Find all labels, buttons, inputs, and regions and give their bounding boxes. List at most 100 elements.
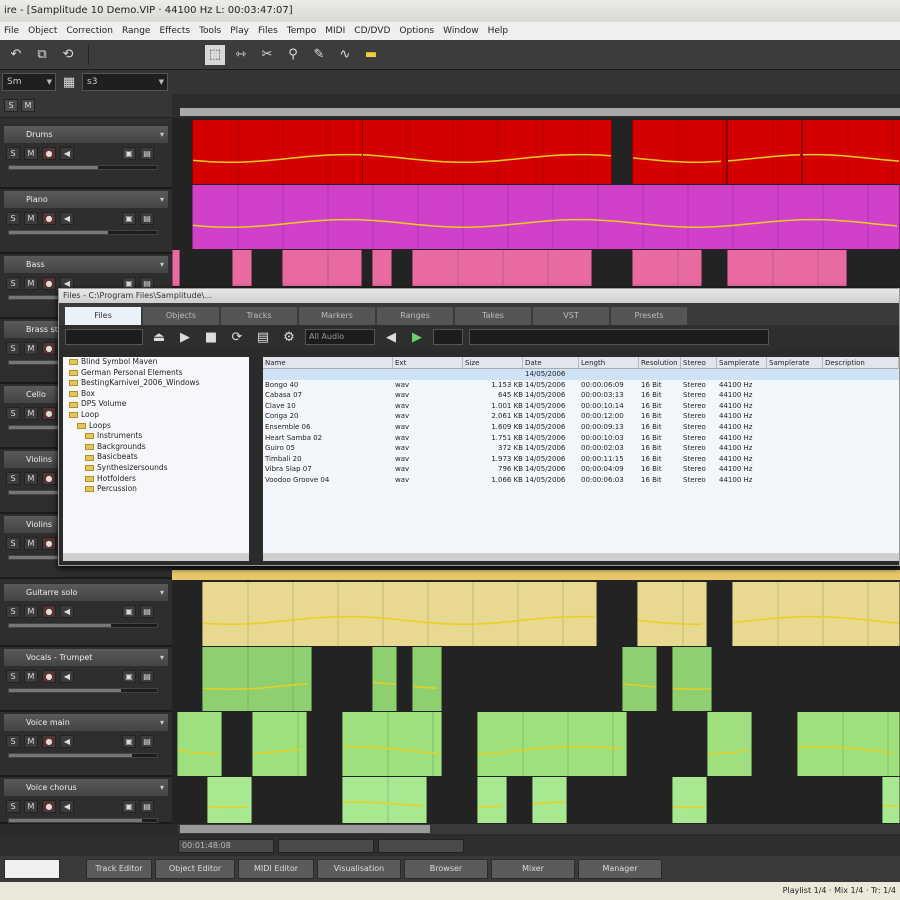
file-row[interactable]: Heart Samba 02 wav 1.751 KB 14/05/2006 00:00… bbox=[263, 433, 899, 444]
track-header[interactable]: Vocals - Trumpet SM ● ◀ ▣ ▤ bbox=[0, 647, 172, 712]
scroll-thumb[interactable] bbox=[180, 825, 430, 833]
universal-mode-icon[interactable]: ⬚ bbox=[205, 44, 225, 65]
solo-button[interactable]: S bbox=[6, 605, 20, 618]
solo-button[interactable]: S bbox=[6, 735, 20, 748]
position-box-2[interactable] bbox=[278, 839, 374, 853]
audio-clip[interactable] bbox=[672, 777, 707, 823]
file-list-scrollbar[interactable] bbox=[263, 553, 899, 561]
tree-folder-item[interactable]: Instruments bbox=[63, 431, 249, 442]
solo-button[interactable]: S bbox=[6, 537, 20, 550]
size-field[interactable] bbox=[433, 329, 463, 345]
record-button[interactable]: ● bbox=[42, 537, 56, 550]
tab-ranges[interactable]: Ranges bbox=[377, 307, 453, 325]
column-header[interactable]: Ext bbox=[393, 357, 463, 368]
file-browser-window[interactable]: Files - C:\Program Files\Samplitude\... … bbox=[58, 288, 900, 566]
refresh-icon[interactable]: ⟳ bbox=[227, 327, 247, 347]
track-name[interactable]: Voice chorus bbox=[4, 779, 168, 796]
fx-button[interactable]: ▣ bbox=[122, 212, 136, 225]
tab-objects[interactable]: Objects bbox=[143, 307, 219, 325]
mute-button[interactable]: M bbox=[24, 537, 38, 550]
view-grid-icon[interactable]: ▤ bbox=[253, 327, 273, 347]
solo-button[interactable]: S bbox=[6, 212, 20, 225]
menu-object[interactable]: Object bbox=[28, 26, 57, 36]
solo-button[interactable]: S bbox=[6, 342, 20, 355]
menu-correction[interactable]: Correction bbox=[66, 26, 113, 36]
audio-clip[interactable] bbox=[797, 712, 900, 776]
audio-clip[interactable] bbox=[172, 250, 180, 286]
folder-tree[interactable]: Blind Symbol Maven German Personal Elemen… bbox=[63, 357, 249, 553]
mute-button[interactable]: M bbox=[24, 800, 38, 813]
audio-clip[interactable] bbox=[362, 120, 612, 184]
folder-up-icon[interactable]: ⏏ bbox=[149, 327, 169, 347]
speaker-icon[interactable]: ◀ bbox=[60, 670, 74, 683]
docker-dropdown[interactable] bbox=[4, 859, 60, 879]
audio-clip[interactable] bbox=[882, 777, 900, 823]
audio-clip[interactable] bbox=[802, 120, 900, 184]
track-name[interactable]: Vocals - Trumpet bbox=[4, 649, 168, 666]
audio-clip[interactable] bbox=[342, 712, 442, 776]
record-button[interactable]: ● bbox=[42, 670, 56, 683]
track-header[interactable]: Voice main SM ● ◀ ▣ ▤ bbox=[0, 712, 172, 777]
file-row[interactable]: Vibra Slap 07 wav 796 KB 14/05/2006 00:00:04… bbox=[263, 464, 899, 475]
audio-clip[interactable] bbox=[672, 647, 712, 711]
menu-tempo[interactable]: Tempo bbox=[287, 26, 317, 36]
audio-clip[interactable] bbox=[207, 777, 252, 823]
solo-button[interactable]: S bbox=[6, 472, 20, 485]
file-row[interactable]: Timbali 20 wav 1.973 KB 14/05/2006 00:00:11:… bbox=[263, 454, 899, 465]
dock-tab-visualisation[interactable]: Visualisation bbox=[317, 859, 401, 879]
mute-all-button[interactable]: M bbox=[21, 99, 35, 112]
fx-button[interactable]: ▣ bbox=[122, 147, 136, 160]
menu-play[interactable]: Play bbox=[230, 26, 249, 36]
ruler-bar[interactable] bbox=[180, 108, 900, 116]
file-row[interactable]: Ensemble 06 wav 1.609 KB 14/05/2006 00:00:09… bbox=[263, 422, 899, 433]
audio-clip[interactable] bbox=[342, 777, 427, 823]
column-header[interactable]: Samplerate bbox=[717, 357, 767, 368]
marker-icon[interactable]: ▬ bbox=[361, 45, 381, 65]
file-row[interactable]: Voodoo Groove 04 wav 1.066 KB 14/05/2006 00:… bbox=[263, 475, 899, 486]
file-row[interactable]: Conga 20 wav 2.061 KB 14/05/2006 00:00:12:00… bbox=[263, 411, 899, 422]
volume-fader[interactable] bbox=[8, 230, 158, 235]
mute-button[interactable]: M bbox=[24, 605, 38, 618]
speaker-icon[interactable]: ◀ bbox=[60, 800, 74, 813]
audio-clip[interactable] bbox=[372, 647, 397, 711]
track-header[interactable]: Drums SM ● ◀ ▣ ▤ bbox=[0, 124, 172, 189]
position-box-1[interactable]: 00:01:48:08 bbox=[178, 839, 274, 853]
record-button[interactable]: ● bbox=[42, 147, 56, 160]
file-row[interactable]: Bongo 40 wav 1.153 KB 14/05/2006 00:00:06:09… bbox=[263, 380, 899, 391]
record-button[interactable]: ● bbox=[42, 735, 56, 748]
speaker-icon[interactable]: ◀ bbox=[60, 212, 74, 225]
grid-icon[interactable]: ▦ bbox=[62, 72, 76, 92]
workspace-dropdown[interactable]: Sm bbox=[2, 73, 56, 91]
tab-presets[interactable]: Presets bbox=[611, 307, 687, 325]
speaker-icon[interactable]: ◀ bbox=[60, 605, 74, 618]
menu-options[interactable]: Options bbox=[399, 26, 434, 36]
audio-clip[interactable] bbox=[177, 712, 222, 776]
tree-folder-item[interactable]: Blind Symbol Maven bbox=[63, 357, 249, 368]
solo-button[interactable]: S bbox=[6, 800, 20, 813]
menu-window[interactable]: Window bbox=[443, 26, 479, 36]
solo-button[interactable]: S bbox=[6, 670, 20, 683]
snap-dropdown[interactable]: s3 bbox=[82, 73, 168, 91]
menu-cd-dvd[interactable]: CD/DVD bbox=[354, 26, 390, 36]
audio-clip[interactable] bbox=[282, 250, 362, 286]
curve-icon[interactable]: ∿ bbox=[335, 45, 355, 65]
solo-button[interactable]: S bbox=[6, 277, 20, 290]
path-field[interactable] bbox=[65, 329, 143, 345]
audio-clip[interactable] bbox=[202, 582, 597, 646]
browser-caption[interactable]: Files - C:\Program Files\Samplitude\... bbox=[59, 289, 899, 303]
tree-folder-item[interactable]: Loop bbox=[63, 410, 249, 421]
mute-button[interactable]: M bbox=[24, 670, 38, 683]
back-icon[interactable]: ◀ bbox=[381, 327, 401, 347]
column-header[interactable]: Length bbox=[579, 357, 639, 368]
tree-folder-item[interactable]: Synthesizersounds bbox=[63, 463, 249, 474]
fx-button[interactable]: ▣ bbox=[122, 670, 136, 683]
menu-midi[interactable]: MIDI bbox=[325, 26, 345, 36]
volume-fader[interactable] bbox=[8, 753, 158, 758]
track-menu-button[interactable]: ▤ bbox=[140, 147, 154, 160]
column-header[interactable]: Resolution bbox=[639, 357, 681, 368]
audio-clip[interactable] bbox=[637, 582, 707, 646]
audio-clip[interactable] bbox=[707, 712, 752, 776]
volume-fader[interactable] bbox=[8, 688, 158, 693]
dock-tab-midi-editor[interactable]: MIDI Editor bbox=[238, 859, 314, 879]
search-field[interactable] bbox=[469, 329, 769, 345]
